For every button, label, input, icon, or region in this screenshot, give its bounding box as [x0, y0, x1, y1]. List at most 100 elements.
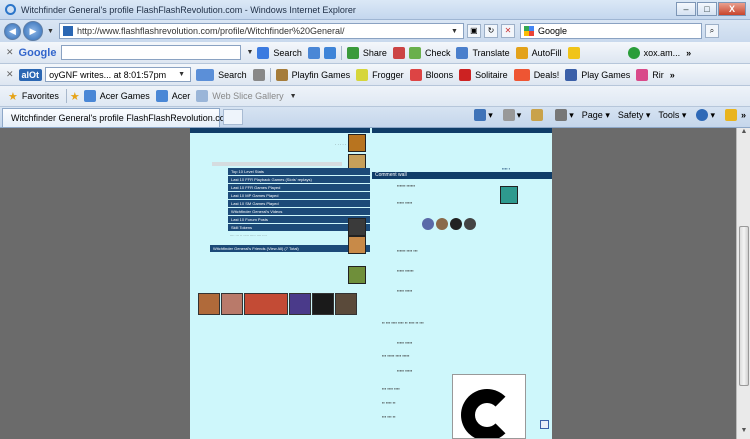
frogger-button[interactable]: Frogger [372, 70, 404, 80]
pin-icon[interactable] [307, 46, 320, 59]
acer-games-link[interactable]: Acer Games [100, 91, 150, 101]
google-dropdown-icon[interactable]: ▼ [246, 49, 253, 56]
printer-icon [555, 109, 568, 121]
safety-menu[interactable]: Safety ▾ [618, 110, 651, 121]
help-button[interactable]: ▾ [694, 109, 715, 121]
profile-link-top-10-level-stats[interactable]: Top 10 Level Stats [228, 168, 370, 175]
research-button[interactable] [723, 109, 739, 121]
tab-active[interactable]: Witchfinder General's profile FlashFlash… [2, 107, 232, 127]
comment-text: ▪▪▪▪▪ ▪▪▪▪▪ [397, 368, 413, 373]
friend-avatar[interactable] [289, 293, 311, 315]
vertical-scrollbar[interactable]: ▲ ▼ [736, 128, 750, 439]
solitaire-button[interactable]: Solitaire [475, 70, 508, 80]
plus-icon[interactable] [323, 46, 336, 59]
favorites-bar: ★ Favorites ★ Acer Games Acer Web Slice … [0, 86, 750, 107]
comment-link[interactable]: ▪▪▪▪ ▪ [502, 166, 510, 171]
account-button[interactable]: xox.am... [644, 48, 681, 58]
friends-header[interactable]: Witchfinder General's Friends (View All)… [210, 245, 370, 252]
avatar[interactable] [348, 218, 366, 236]
avatar[interactable] [348, 266, 366, 284]
toolbar-search-button[interactable]: Search [273, 48, 302, 58]
avatar[interactable] [348, 134, 366, 152]
flash-content-box[interactable] [452, 374, 526, 439]
friend-avatar[interactable] [244, 293, 288, 315]
comment-text: ▪▪▪▪▪ ▪▪▪▪▪ [397, 200, 413, 205]
back-button[interactable]: ◀ [4, 22, 21, 40]
home-button[interactable]: ▾ [472, 109, 493, 121]
web-slice-gallery-link[interactable]: Web Slice Gallery [212, 91, 283, 101]
profile-link-last-10-mp-games-played[interactable]: Last 10 MP Games Played [228, 192, 370, 199]
pencil-icon[interactable] [567, 46, 580, 59]
comment-avatar[interactable] [500, 186, 518, 204]
page-menu[interactable]: Page ▾ [582, 110, 610, 121]
autofill-button[interactable]: AutoFill [532, 48, 562, 58]
check-button[interactable]: Check [425, 48, 451, 58]
wrench-icon[interactable] [612, 47, 624, 59]
more-commands-chevron-icon[interactable]: » [741, 110, 746, 120]
address-dropdown-icon[interactable]: ▼ [451, 28, 458, 35]
more-chevron-icon[interactable]: » [686, 48, 691, 58]
alot-dropdown[interactable]: oyGNF writes... at 8:01:57pm ▼ [45, 67, 192, 82]
scroll-down-icon[interactable]: ▼ [737, 427, 750, 439]
address-field[interactable]: http://www.flashflashrevolution.com/prof… [58, 23, 464, 39]
translate-button[interactable]: Translate [472, 48, 509, 58]
feeds-button[interactable]: ▾ [501, 109, 521, 121]
friend-avatar[interactable] [198, 293, 220, 315]
forward-button[interactable]: ▶ [23, 21, 43, 41]
profile-link-last-10-ffr-playback-games[interactable]: Last 10 FFR Playback Games (Slots' repla… [228, 176, 370, 183]
comment-text: ▪▪▪▪▪ ▪▪▪▪▪▪ [397, 268, 414, 273]
play-games-button[interactable]: Play Games [581, 70, 630, 80]
acer-link[interactable]: Acer [172, 91, 191, 101]
web-slice-dropdown-icon[interactable]: ▼ [290, 93, 297, 100]
new-tab-button[interactable] [223, 109, 243, 125]
friend-avatar[interactable] [335, 293, 357, 315]
add-favorite-icon[interactable]: ★ [70, 90, 80, 103]
profile-link-last-10-ffr-games-played[interactable]: Last 10 FFR Games Played [228, 184, 370, 191]
search-go-icon[interactable]: ⌕ [704, 24, 719, 38]
rir-button[interactable]: Rir [652, 70, 664, 80]
url-text[interactable]: http://www.flashflashrevolution.com/prof… [77, 26, 449, 36]
favorites-button[interactable]: Favorites [22, 91, 59, 101]
rir-icon [636, 68, 649, 81]
google-search-input[interactable] [61, 45, 242, 60]
close-toolbar-icon[interactable]: ✕ [6, 47, 14, 58]
alot-search-button[interactable]: Search [218, 70, 247, 80]
refresh-icon[interactable]: ↻ [483, 24, 498, 38]
history-dropdown-icon[interactable]: ▼ [47, 28, 54, 35]
comment-text: ▪▪▪▪▪ ▪▪▪▪▪ [397, 340, 413, 345]
profile-link-last-10-sm-games-played[interactable]: Last 10 SM Games Played [228, 200, 370, 207]
search-box[interactable]: Google [519, 23, 702, 39]
print-button[interactable]: ▾ [553, 109, 574, 121]
friend-avatar[interactable] [312, 293, 334, 315]
bloons-button[interactable]: Bloons [426, 70, 454, 80]
scrollbar-thumb[interactable] [739, 226, 749, 386]
search-icon[interactable] [196, 68, 215, 81]
key-icon[interactable] [252, 68, 265, 81]
comment-text: ▪▪ ▪▪▪▪ ▪▪ [382, 400, 396, 405]
read-mail-button[interactable] [529, 109, 545, 121]
close-button[interactable]: X [718, 2, 746, 16]
close-alot-toolbar-icon[interactable]: ✕ [6, 69, 14, 80]
deals-button[interactable]: Deals! [534, 70, 560, 80]
avatar[interactable] [348, 236, 366, 254]
share-button[interactable]: Share [363, 48, 387, 58]
more-chevron-icon[interactable]: » [670, 70, 675, 80]
alot-dropdown-arrow-icon[interactable]: ▼ [178, 71, 185, 78]
maximize-button[interactable]: □ [697, 2, 717, 16]
google-search-icon [523, 26, 534, 36]
profile-link-videos[interactable]: Witchfinder General's Videos [228, 208, 370, 215]
page-corner-icon[interactable] [540, 420, 549, 429]
tools-menu[interactable]: Tools ▾ [658, 110, 686, 121]
google-logo[interactable]: Google [19, 47, 57, 59]
solitaire-icon [459, 68, 472, 81]
scroll-up-icon[interactable]: ▲ [737, 128, 750, 140]
friend-avatar[interactable] [221, 293, 243, 315]
alot-logo[interactable]: alOt [18, 68, 43, 81]
separator [269, 67, 271, 82]
stop-icon[interactable]: ✕ [500, 24, 515, 38]
block-icon[interactable] [392, 46, 405, 59]
compatibility-icon[interactable]: ▣ [466, 24, 481, 38]
playfin-games-button[interactable]: Playfin Games [292, 70, 351, 80]
safety-menu-label: Safety [617, 110, 644, 120]
minimize-button[interactable]: – [676, 2, 696, 16]
